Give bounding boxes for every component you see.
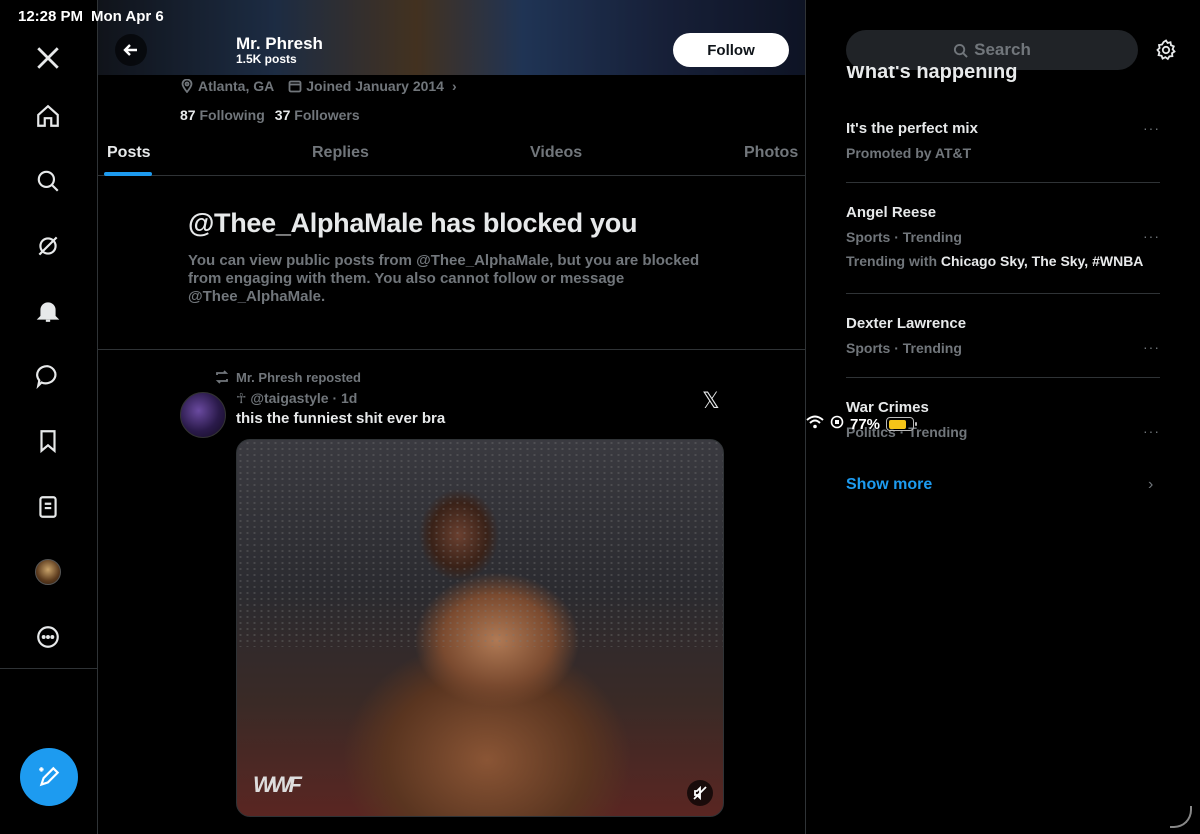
messages-icon[interactable] (30, 358, 66, 394)
post[interactable]: Mr. Phresh reposted ☥ @taigastyle · 1d t… (98, 350, 805, 834)
compose-button[interactable] (20, 748, 78, 806)
speaker-muted-icon (693, 786, 707, 800)
home-icon[interactable] (30, 98, 66, 134)
location: Atlanta, GA (180, 78, 274, 94)
joined-text: Joined January 2014 (306, 78, 444, 94)
status-time: 12:28 PM (18, 8, 84, 25)
profile-tabs: Posts Replies Videos Photos (98, 132, 805, 176)
repost-text: Mr. Phresh reposted (236, 369, 361, 385)
search-icon[interactable] (30, 163, 66, 199)
tab-replies[interactable]: Replies (312, 144, 369, 162)
mute-button[interactable] (687, 780, 713, 806)
compose-icon (39, 766, 60, 787)
nav-divider (0, 668, 98, 669)
battery-icon (886, 417, 918, 431)
posts-count: 1.5K posts (236, 52, 297, 66)
post-author-avatar[interactable] (180, 392, 226, 438)
location-pin-icon (181, 79, 193, 93)
post-video[interactable]: WWF (236, 439, 724, 817)
status-date: Mon Apr 6 (91, 8, 164, 25)
following-label: Following (199, 107, 265, 123)
tab-posts[interactable]: Posts (107, 144, 151, 162)
follow-stats: 87 Following 37 Followers (180, 107, 360, 123)
joined-date[interactable]: Joined January 2014 › (288, 78, 457, 94)
back-button[interactable] (115, 34, 147, 66)
blocked-title: @Thee_AlphaMale has blocked you (188, 208, 638, 238)
arrow-left-icon (123, 44, 137, 56)
wifi-icon (806, 415, 824, 433)
wwf-logo: WWF (253, 772, 302, 797)
status-bar: 12:28 PM Mon Apr 6 77% (0, 0, 1200, 433)
profile-avatar[interactable] (30, 554, 66, 590)
follow-button[interactable]: Follow (673, 33, 789, 67)
x-source-icon: 𝕏 (702, 388, 720, 413)
followers-label: Followers (294, 107, 360, 123)
tab-videos[interactable]: Videos (530, 144, 582, 162)
blocked-notice: @Thee_AlphaMale has blocked you You can … (98, 176, 805, 350)
following-link[interactable]: 87 Following (180, 107, 265, 123)
more-icon[interactable] (30, 619, 66, 655)
status-indicators: 77% (806, 7, 1200, 834)
main-column: Mr. Phresh 1.5K posts Follow Atlanta, GA… (98, 0, 806, 834)
bell-icon[interactable] (30, 293, 66, 329)
avatar (35, 559, 61, 585)
left-navigation (0, 0, 98, 834)
calendar-icon (288, 80, 302, 93)
x-logo-icon[interactable] (30, 40, 66, 76)
bookmark-icon[interactable] (30, 423, 66, 459)
location-text: Atlanta, GA (198, 78, 275, 94)
grok-icon[interactable] (30, 228, 66, 264)
post-handle[interactable]: ☥ @taigastyle · 1d (236, 390, 357, 407)
orientation-lock-icon (830, 415, 844, 433)
following-count: 87 (180, 107, 196, 123)
chevron-right-icon: › (451, 78, 457, 94)
lists-icon[interactable] (30, 489, 66, 525)
video-frame (237, 440, 723, 647)
post-text: this the funniest shit ever bra (236, 410, 446, 427)
followers-count: 37 (274, 107, 291, 123)
blocked-body: You can view public posts from @Thee_Alp… (188, 252, 700, 305)
followers-link[interactable]: 37 Followers (275, 107, 360, 123)
tab-photos[interactable]: Photos (744, 144, 798, 162)
profile-meta: Atlanta, GA Joined January 2014 › (180, 78, 457, 94)
repost-indicator: Mr. Phresh reposted (214, 369, 361, 385)
battery-percent: 77% (850, 415, 881, 433)
repost-icon (215, 370, 229, 384)
profile-name: Mr. Phresh (236, 34, 323, 53)
